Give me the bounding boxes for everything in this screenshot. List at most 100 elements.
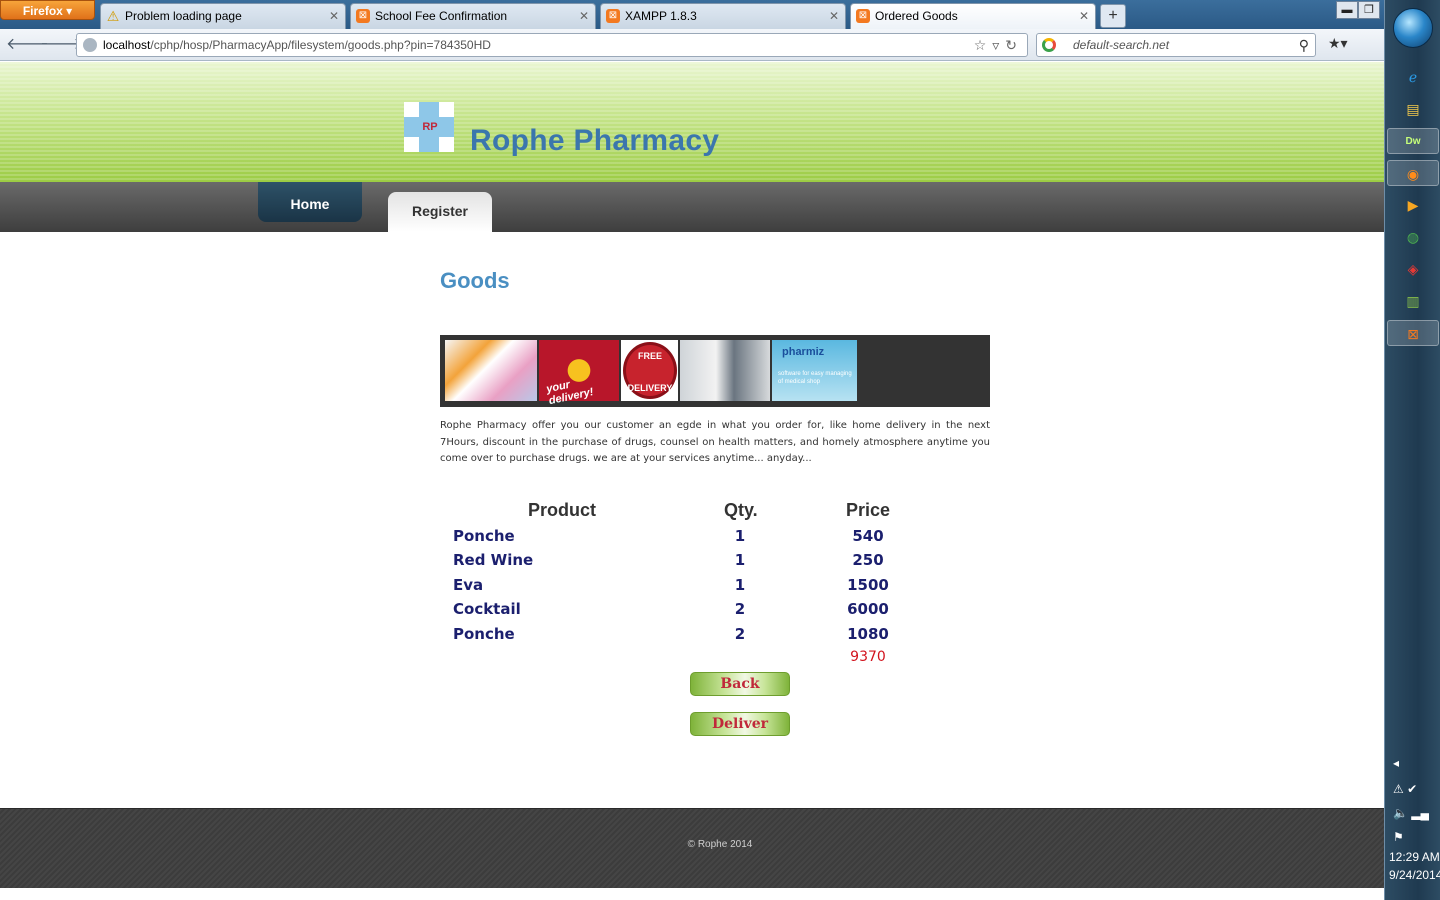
forward-arrow-icon[interactable]: 🡒	[40, 35, 83, 55]
product-cell: Cocktail	[453, 600, 521, 618]
tab-ordered-goods[interactable]: ⊠ Ordered Goods ✕	[850, 3, 1096, 29]
tab-problem-loading[interactable]: ⚠ Problem loading page ✕	[100, 3, 346, 29]
qty-cell: 1	[734, 576, 746, 594]
action-center-icon[interactable]: ⚠ ✔	[1393, 782, 1417, 796]
price-cell: 250	[852, 551, 884, 569]
pharmiz-ad-image: pharmiz software for easy managing of me…	[772, 340, 857, 401]
close-icon[interactable]: ✕	[829, 4, 839, 28]
close-icon[interactable]: ✕	[1079, 4, 1089, 28]
minimize-icon[interactable]: ▬	[1336, 1, 1358, 19]
windows-taskbar: ℯ ▤ Dw ◉ ▶ ◍ ◈ ▥ ⊠ ◂ ⚠ ✔ 🔈 ▂▄ ⚑ 12:29 AM…	[1384, 0, 1440, 900]
clock-time[interactable]: 12:29 AM	[1389, 850, 1440, 864]
chart-app-icon[interactable]: ▥	[1399, 288, 1427, 314]
price-cell: 1500	[847, 576, 889, 594]
menu-home[interactable]: Home	[258, 182, 362, 222]
table-row: Eva 1 1500	[440, 576, 990, 600]
window-controls: ▬ ❐	[1336, 0, 1384, 20]
start-button-icon[interactable]	[1393, 8, 1433, 48]
footer-copyright: © Rophe 2014	[687, 839, 753, 850]
delivery-scooter-image: your delivery!	[539, 340, 619, 407]
page-title: Goods	[440, 268, 510, 293]
badge-bottom-text: DELIVERY	[627, 383, 673, 393]
chrome-icon[interactable]: ◍	[1399, 224, 1427, 250]
price-cell: 540	[852, 527, 884, 545]
volume-icon[interactable]: 🔈 ▂▄	[1393, 806, 1429, 820]
clock-date[interactable]: 9/24/2014	[1389, 868, 1440, 882]
file-explorer-icon[interactable]: ▤	[1399, 96, 1427, 122]
bookmarks-menu-icon[interactable]: ★▾	[1328, 35, 1362, 55]
tab-title: Problem loading page	[125, 9, 242, 23]
xampp-icon[interactable]: ⊠	[1387, 320, 1439, 346]
menu-register[interactable]: Register	[388, 192, 492, 232]
navigation-toolbar: 🡐 🡒 localhost/cphp/hosp/PharmacyApp/file…	[0, 29, 1384, 61]
back-arrow-icon[interactable]: 🡐	[6, 35, 49, 55]
site-title: Rophe Pharmacy	[470, 124, 720, 157]
product-cell: Red Wine	[453, 551, 534, 569]
xampp-icon: ⊠	[606, 9, 620, 23]
table-row: Cocktail 2 6000	[440, 600, 990, 624]
search-icon[interactable]: ⚲	[1299, 34, 1309, 56]
qty-cell: 2	[734, 600, 746, 618]
close-icon[interactable]: ✕	[579, 4, 589, 28]
firefox-icon[interactable]: ◉	[1387, 160, 1439, 186]
product-cell: Ponche	[453, 527, 515, 545]
search-engine-icon[interactable]	[1042, 38, 1056, 52]
firefox-menu-button[interactable]: Firefox ▾	[0, 0, 95, 20]
site-header: RP Rophe Pharmacy	[0, 62, 1384, 182]
table-row: Ponche 2 1080	[440, 625, 990, 649]
site-footer: © Rophe 2014	[0, 808, 1384, 888]
pharmacy-store-image	[680, 340, 770, 401]
logo-initials: RP	[422, 121, 438, 133]
qty-cell: 2	[734, 625, 746, 643]
pills-image	[445, 340, 537, 401]
tab-title: School Fee Confirmation	[375, 9, 508, 23]
bookmark-star-icon[interactable]: ☆▿↻	[974, 34, 1023, 56]
web-page: RP Rophe Pharmacy Home Register Goods yo…	[0, 62, 1384, 900]
maximize-icon[interactable]: ❐	[1358, 1, 1380, 19]
new-tab-button[interactable]: +	[1100, 4, 1126, 28]
url-bar[interactable]: localhost/cphp/hosp/PharmacyApp/filesyst…	[76, 33, 1028, 57]
deliver-button[interactable]: Deliver	[690, 712, 790, 736]
column-header-price: Price	[846, 500, 891, 520]
app-icon[interactable]: ◈	[1399, 256, 1427, 282]
table-row: Red Wine 1 250	[440, 551, 990, 575]
price-cell: 6000	[847, 600, 889, 618]
badge-top-text: FREE	[637, 351, 662, 361]
tab-strip: Firefox ▾ ⚠ Problem loading page ✕ ⊠ Sch…	[0, 0, 1384, 29]
pharmacy-cross-logo: RP	[404, 102, 454, 152]
globe-icon	[83, 38, 97, 52]
tab-title: Ordered Goods	[875, 9, 958, 23]
price-cell: 1080	[847, 625, 889, 643]
qty-cell: 1	[734, 527, 746, 545]
search-input[interactable]: default-search.net ⚲	[1036, 33, 1316, 57]
close-icon[interactable]: ✕	[329, 4, 339, 28]
firefox-menu-label: Firefox	[22, 4, 63, 18]
tab-title: XAMPP 1.8.3	[625, 9, 697, 23]
table-row: Ponche 1 540	[440, 527, 990, 551]
show-hidden-icons[interactable]: ◂	[1393, 756, 1399, 770]
pharmiz-tagline: software for easy managing of medical sh…	[778, 371, 852, 385]
network-flag-icon[interactable]: ⚑	[1393, 830, 1404, 844]
pharmiz-brand: pharmiz	[782, 346, 825, 358]
tab-xampp[interactable]: ⊠ XAMPP 1.8.3 ✕	[600, 3, 846, 29]
url-path: /cphp/hosp/PharmacyApp/filesystem/goods.…	[150, 38, 491, 52]
product-cell: Ponche	[453, 625, 515, 643]
back-button[interactable]: Back	[690, 672, 790, 696]
product-cell: Eva	[453, 576, 484, 594]
media-player-icon[interactable]: ▶	[1399, 192, 1427, 218]
warning-icon: ⚠	[106, 8, 120, 24]
free-delivery-badge-image: FREE DELIVERY	[621, 340, 678, 401]
search-placeholder: default-search.net	[1073, 38, 1170, 52]
order-total: 9370	[850, 649, 886, 665]
main-menu: Home Register	[0, 182, 1384, 232]
url-host: localhost	[103, 38, 151, 52]
image-gallery: your delivery! FREE DELIVERY pharmiz sof…	[440, 335, 990, 407]
column-header-product: Product	[528, 500, 597, 520]
qty-cell: 1	[734, 551, 746, 569]
tab-school-fee[interactable]: ⊠ School Fee Confirmation ✕	[350, 3, 596, 29]
intro-paragraph: Rophe Pharmacy offer you our customer an…	[440, 420, 990, 464]
dreamweaver-icon[interactable]: Dw	[1387, 128, 1439, 154]
column-header-qty: Qty.	[724, 500, 758, 520]
internet-explorer-icon[interactable]: ℯ	[1399, 64, 1427, 90]
delivery-text: your delivery!	[545, 378, 595, 408]
